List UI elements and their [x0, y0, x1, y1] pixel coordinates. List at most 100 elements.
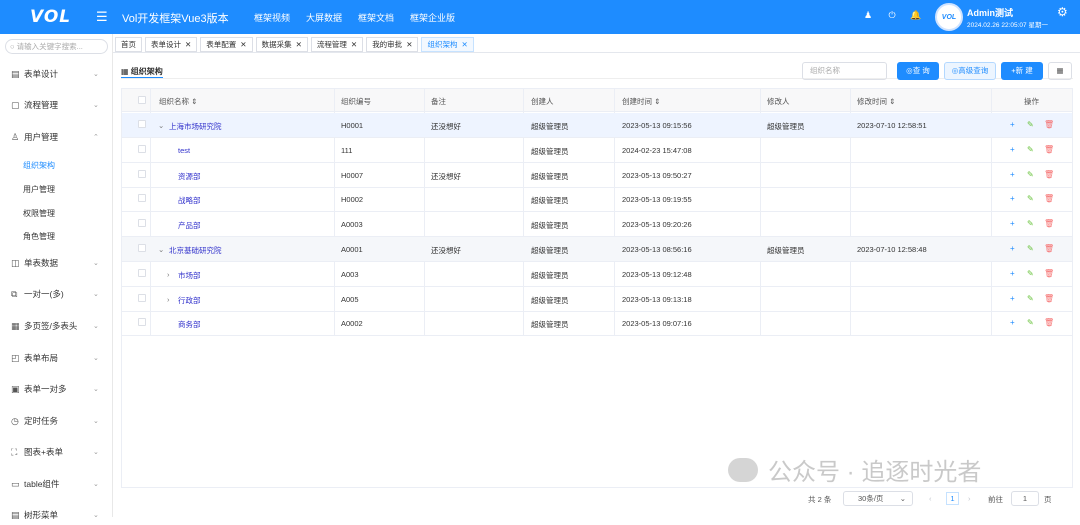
- org-name-cell[interactable]: test: [178, 146, 190, 155]
- add-child-icon[interactable]: +: [1010, 219, 1015, 228]
- org-name-cell[interactable]: 北京基础研究院: [169, 245, 222, 256]
- row-checkbox[interactable]: [138, 120, 146, 128]
- org-name-cell[interactable]: 市场部: [178, 270, 201, 281]
- row-checkbox[interactable]: [138, 144, 146, 153]
- org-name-cell[interactable]: 行政部: [178, 295, 201, 306]
- edit-icon[interactable]: ✎: [1027, 145, 1034, 154]
- sidebar-subitem-users[interactable]: 用户管理: [23, 184, 55, 195]
- edit-icon[interactable]: ✎: [1027, 269, 1034, 278]
- edit-icon[interactable]: ✎: [1027, 244, 1034, 253]
- sidebar-subitem-permissions[interactable]: 权限管理: [23, 208, 55, 219]
- tab-flow[interactable]: 流程管理 ✕: [310, 37, 364, 52]
- close-icon[interactable]: ✕: [296, 38, 302, 51]
- table-row[interactable]: test 111 超级管理员 2024-02-23 15:47:08 + ✎ 🗑: [122, 138, 1072, 163]
- table-row[interactable]: ⌄ 北京基础研究院 A0001 还没想好 超级管理员 2023-05-13 08:56:1…: [122, 237, 1072, 262]
- avatar[interactable]: VOL: [935, 3, 963, 31]
- sidebar-item-tree-menu[interactable]: ▤ 树形菜单 ⌄: [0, 505, 113, 525]
- edit-icon[interactable]: ✎: [1027, 318, 1034, 327]
- grid-settings-button[interactable]: ▦: [1048, 62, 1072, 80]
- gear-icon[interactable]: ⚙: [1057, 5, 1068, 19]
- menu-toggle-icon[interactable]: ☰: [96, 9, 108, 25]
- nav-link-video[interactable]: 框架视频: [254, 11, 290, 24]
- delete-icon[interactable]: 🗑: [1044, 269, 1054, 278]
- expand-icon[interactable]: ⌄: [158, 121, 164, 130]
- row-checkbox[interactable]: [138, 219, 146, 228]
- page-number-1[interactable]: 1: [946, 492, 959, 505]
- expand-icon[interactable]: ⌄: [158, 245, 164, 254]
- sidebar-item-one-to-many[interactable]: ▣ 表单一对多 ⌄: [0, 379, 113, 399]
- sidebar-item-chart-form[interactable]: ⛶ 图表+表单 ⌄: [0, 442, 113, 462]
- row-checkbox[interactable]: [138, 293, 146, 302]
- add-child-icon[interactable]: +: [1010, 318, 1015, 327]
- sidebar-item-form-design[interactable]: ▤ 表单设计 ⌄: [0, 64, 113, 84]
- table-row[interactable]: 商务部 A0002 超级管理员 2023-05-13 09:07:16 + ✎ 🗑: [122, 311, 1072, 337]
- row-checkbox[interactable]: [138, 169, 146, 178]
- user-icon[interactable]: ♟: [862, 10, 874, 21]
- sidebar-item-table-component[interactable]: ▭ table组件 ⌄: [0, 474, 113, 494]
- edit-icon[interactable]: ✎: [1027, 194, 1034, 203]
- close-icon[interactable]: ✕: [406, 38, 412, 51]
- row-checkbox[interactable]: [138, 194, 146, 203]
- sidebar-item-one-to-one[interactable]: ⧉ 一对一(多) ⌄: [0, 284, 113, 304]
- table-row[interactable]: ⌄ 上海市场研究院 H0001 还没想好 超级管理员 2023-05-13 09:15:5…: [122, 113, 1072, 138]
- close-icon[interactable]: ✕: [240, 38, 246, 51]
- sidebar-item-multi-tab[interactable]: ▦ 多页签/多表头 ⌄: [0, 316, 113, 336]
- delete-icon[interactable]: 🗑: [1044, 219, 1054, 228]
- edit-icon[interactable]: ✎: [1027, 120, 1034, 129]
- goto-page-input[interactable]: 1: [1011, 491, 1039, 506]
- delete-icon[interactable]: 🗑: [1044, 170, 1054, 179]
- sidebar-item-flow[interactable]: ▢ 流程管理 ⌄: [0, 95, 113, 115]
- add-child-icon[interactable]: +: [1010, 244, 1015, 253]
- table-row[interactable]: › 市场部 A003 超级管理员 2023-05-13 09:12:48 + ✎ 🗑: [122, 262, 1072, 287]
- nav-link-enterprise[interactable]: 框架企业版: [410, 11, 455, 24]
- row-checkbox[interactable]: [138, 318, 146, 327]
- table-row[interactable]: › 行政部 A005 超级管理员 2023-05-13 09:13:18 + ✎ 🗑: [122, 287, 1072, 312]
- edit-icon[interactable]: ✎: [1027, 170, 1034, 179]
- org-name-cell[interactable]: 资源部: [178, 171, 201, 182]
- prev-page-button[interactable]: ‹: [929, 494, 932, 503]
- org-name-cell[interactable]: 产品部: [178, 220, 201, 231]
- query-button[interactable]: ◎查 询: [897, 62, 939, 80]
- sidebar-search-input[interactable]: ○ 请输入关键字搜索...: [5, 39, 108, 54]
- sidebar-item-user-mgmt[interactable]: ♙ 用户管理 ⌃: [0, 127, 113, 147]
- table-row[interactable]: 产品部 A0003 超级管理员 2023-05-13 09:20:26 + ✎ 🗑: [122, 212, 1072, 238]
- nav-link-bigscreen[interactable]: 大屏数据: [306, 11, 342, 24]
- table-row[interactable]: 战略部 H0002 超级管理员 2023-05-13 09:19:55 + ✎ 🗑: [122, 187, 1072, 213]
- delete-icon[interactable]: 🗑: [1044, 120, 1054, 129]
- add-child-icon[interactable]: +: [1010, 269, 1015, 278]
- expand-icon[interactable]: ›: [167, 295, 170, 304]
- close-icon[interactable]: ✕: [351, 38, 357, 51]
- tab-org[interactable]: 组织架构 ✕: [421, 37, 474, 52]
- org-name-search-input[interactable]: 组织名称: [802, 62, 887, 80]
- add-child-icon[interactable]: +: [1010, 194, 1015, 203]
- col-header-name[interactable]: 组织名称 ⇕: [159, 96, 197, 107]
- add-child-icon[interactable]: +: [1010, 120, 1015, 129]
- close-icon[interactable]: ✕: [185, 38, 191, 51]
- org-name-cell[interactable]: 商务部: [178, 319, 201, 330]
- page-size-select[interactable]: 30条/页 ⌄: [843, 491, 913, 506]
- org-name-cell[interactable]: 上海市场研究院: [169, 121, 222, 132]
- sidebar-item-single-table[interactable]: ◫ 单表数据 ⌄: [0, 253, 113, 273]
- new-button[interactable]: +新 建: [1001, 62, 1043, 80]
- delete-icon[interactable]: 🗑: [1044, 244, 1054, 253]
- col-header-ctime[interactable]: 创建时间 ⇕: [622, 96, 660, 107]
- advanced-query-button[interactable]: ◎高级查询: [944, 62, 996, 80]
- tab-form-design[interactable]: 表单设计 ✕: [145, 37, 198, 52]
- delete-icon[interactable]: 🗑: [1044, 194, 1054, 203]
- row-checkbox[interactable]: [138, 268, 146, 277]
- delete-icon[interactable]: 🗑: [1044, 318, 1054, 327]
- add-child-icon[interactable]: +: [1010, 294, 1015, 303]
- user-name[interactable]: Admin测试: [967, 6, 1013, 19]
- col-header-mtime[interactable]: 修改时间 ⇕: [857, 96, 895, 107]
- close-icon[interactable]: ✕: [461, 38, 467, 51]
- delete-icon[interactable]: 🗑: [1044, 294, 1054, 303]
- add-child-icon[interactable]: +: [1010, 170, 1015, 179]
- tab-data-collect[interactable]: 数据采集 ✕: [255, 37, 308, 52]
- edit-icon[interactable]: ✎: [1027, 219, 1034, 228]
- nav-link-docs[interactable]: 框架文档: [358, 11, 394, 24]
- sidebar-item-timer[interactable]: ◷ 定时任务 ⌄: [0, 411, 113, 431]
- tab-my-approval[interactable]: 我的审批 ✕: [366, 37, 419, 52]
- delete-icon[interactable]: 🗑: [1044, 145, 1054, 154]
- expand-icon[interactable]: ›: [167, 270, 170, 279]
- table-row[interactable]: 资源部 H0007 还没想好 超级管理员 2023-05-13 09:50:27 + ✎ 🗑: [122, 163, 1072, 188]
